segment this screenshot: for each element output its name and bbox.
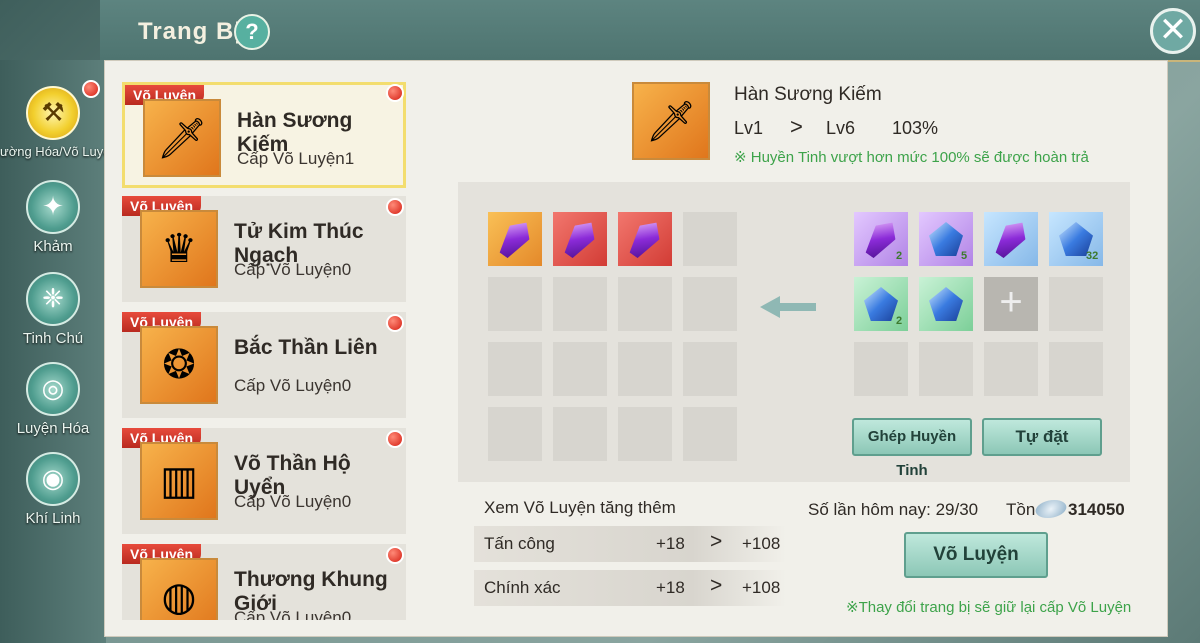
headband-icon: ♛: [140, 210, 218, 288]
equipment-item[interactable]: Võ Luyện ▥ Võ Thần Hộ Uyển Cấp Võ Luyện0: [122, 428, 406, 534]
selected-item-sword-icon: 🗡: [632, 82, 710, 160]
level-to: Lv6: [826, 118, 856, 138]
item-level: Cấp Võ Luyện0: [234, 260, 352, 279]
inventory-slot[interactable]: [1049, 342, 1103, 396]
add-slot-button[interactable]: +: [984, 277, 1038, 331]
crystal-icon: [618, 212, 672, 266]
slot-empty[interactable]: [618, 277, 672, 331]
equipment-item[interactable]: Võ Luyện 🗡 Hàn Sương Kiếm Cấp Võ Luyện1: [122, 82, 406, 188]
level-arrow: >: [790, 114, 803, 139]
bracer-icon: ▥: [140, 442, 218, 520]
item-level: Cấp Võ Luyện1: [237, 149, 355, 168]
ore-icon: [919, 277, 973, 331]
balance-value: 314050: [1068, 500, 1125, 519]
notification-dot: [386, 198, 404, 216]
slot-empty[interactable]: [683, 342, 737, 396]
slot-empty[interactable]: [553, 277, 607, 331]
equipment-item[interactable]: Võ Luyện ♛ Tử Kim Thúc Ngạch Cấp Võ Luyệ…: [122, 196, 406, 302]
window-title: Trang Bị: [138, 18, 243, 45]
forge-button[interactable]: Võ Luyện: [904, 532, 1048, 578]
equipment-item[interactable]: Võ Luyện ❂ Bắc Thần Liên Cấp Võ Luyện0: [122, 312, 406, 418]
combine-crystal-button[interactable]: Ghép Huyền Tinh: [852, 418, 972, 479]
crystal-icon: [488, 212, 542, 266]
inventory-slot[interactable]: [854, 342, 908, 396]
inventory-slot[interactable]: [919, 342, 973, 396]
spirit-icon: ◉: [26, 452, 80, 506]
sidebar-item-rune[interactable]: ❈ Tinh Chú: [0, 272, 106, 347]
sidebar-item-inlay[interactable]: ✦ Khảm: [0, 180, 106, 255]
slot-empty[interactable]: [488, 277, 542, 331]
hammer-icon: ⚒: [26, 86, 80, 140]
slot-empty[interactable]: [618, 407, 672, 461]
selected-item-name: Hàn Sương Kiếm: [734, 84, 882, 105]
slot-empty[interactable]: [618, 342, 672, 396]
bonus-row: Tấn công +18 > +108: [474, 526, 786, 562]
ring-icon: ◍: [140, 558, 218, 620]
bonus-row: Chính xác +18 > +108: [474, 570, 786, 606]
notification-dot: [386, 546, 404, 564]
equipment-list[interactable]: Võ Luyện 🗡 Hàn Sương Kiếm Cấp Võ Luyện1 …: [122, 82, 408, 620]
slot-empty[interactable]: [553, 342, 607, 396]
notification-dot: [386, 430, 404, 448]
slot-empty[interactable]: [553, 407, 607, 461]
notification-dot: [386, 84, 404, 102]
item-name: Bắc Thần Liên: [234, 336, 378, 359]
slot-empty[interactable]: [683, 407, 737, 461]
inventory-slot[interactable]: [984, 342, 1038, 396]
inventory-slot[interactable]: [1049, 277, 1103, 331]
crystal-icon: [984, 212, 1038, 266]
close-button[interactable]: ✕: [1150, 8, 1196, 54]
item-level: Cấp Võ Luyện0: [234, 608, 352, 620]
sidebar-item-refine[interactable]: ◎ Luyện Hóa: [0, 362, 106, 437]
necklace-icon: ❂: [140, 326, 218, 404]
arrow-left-icon: [760, 296, 816, 318]
progress-percent: 103%: [892, 118, 939, 138]
inlay-icon: ✦: [26, 180, 80, 234]
crystal-icon: [553, 212, 607, 266]
sword-icon: 🗡: [143, 99, 221, 177]
item-level: Cấp Võ Luyện0: [234, 492, 352, 511]
balance-label: Tồn: [1006, 500, 1036, 519]
slot-empty[interactable]: [683, 277, 737, 331]
refund-note: ※ Huyền Tinh vượt hơn mức 100% sẽ được h…: [734, 149, 1089, 166]
bonus-title: Xem Võ Luyện tăng thêm: [484, 498, 676, 517]
refine-icon: ◎: [26, 362, 80, 416]
help-button[interactable]: ?: [234, 14, 270, 50]
slot-empty[interactable]: [488, 342, 542, 396]
notification-dot: [82, 80, 100, 98]
rune-icon: ❈: [26, 272, 80, 326]
sidebar: ⚒ ường Hóa/Võ Luyện ✦ Khảm ❈ Tinh Chú ◎ …: [0, 60, 118, 643]
level-from: Lv1: [734, 118, 764, 138]
sidebar-item-spirit[interactable]: ◉ Khí Linh: [0, 452, 106, 527]
equipment-item[interactable]: Võ Luyện ◍ Thương Khung Giới Cấp Võ Luyệ…: [122, 544, 406, 620]
item-level: Cấp Võ Luyện0: [234, 376, 352, 395]
slot-empty[interactable]: [683, 212, 737, 266]
auto-place-button[interactable]: Tự đặt: [982, 418, 1102, 456]
daily-attempts: Số lần hôm nay: 29/30: [808, 500, 979, 519]
notification-dot: [386, 314, 404, 332]
bottom-note: ※Thay đổi trang bị sẽ giữ lại cấp Võ Luy…: [846, 599, 1132, 616]
slot-empty[interactable]: [488, 407, 542, 461]
